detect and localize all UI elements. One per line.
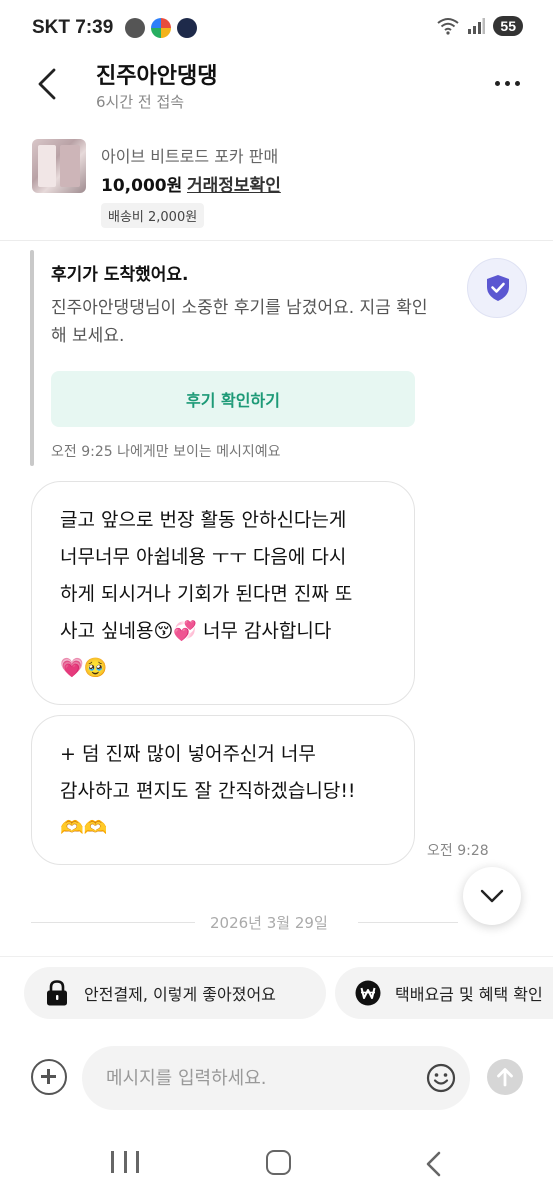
won-icon xyxy=(355,980,381,1006)
review-notice-bar xyxy=(30,250,34,466)
review-notice-body: 진주아안댕댕님이 소중한 후기를 남겼어요. 지금 확인해 보세요. xyxy=(51,298,428,346)
status-time: SKT 7:39 xyxy=(32,17,114,38)
quick-action-chips: 안전결제, 이렇게 좋아졌어요 택배요금 및 혜택 확인 xyxy=(0,956,553,1032)
system-icons: 55 xyxy=(437,16,523,36)
product-summary[interactable]: 아이브 비트로드 포카 판매 10,000원 거래정보확인 배송비 2,000원 xyxy=(0,126,553,241)
product-price: 10,000원 xyxy=(101,176,183,196)
system-back-button[interactable] xyxy=(424,1150,444,1182)
product-thumbnail[interactable] xyxy=(32,139,86,193)
review-notice-card: 후기가 도착했어요. 진주아안댕댕님이 소중한 후기를 남겼어요. 지금 확인해… xyxy=(30,250,530,466)
attach-button[interactable] xyxy=(31,1059,67,1095)
message-line: 💗🥹 xyxy=(60,657,108,679)
shield-badge xyxy=(467,258,527,318)
divider-left xyxy=(31,922,195,923)
smiley-icon xyxy=(426,1063,456,1093)
product-name: 아이브 비트로드 포카 판매 xyxy=(101,147,279,166)
message-timestamp: 오전 9:28 xyxy=(427,843,489,859)
signal-icon xyxy=(468,18,486,34)
chat-message[interactable]: 글고 앞으로 번장 활동 안하신다는게 너무너무 아쉽네용 ㅜㅜ 다음에 다시 … xyxy=(31,481,415,705)
last-seen-text: 6시간 전 접속 xyxy=(96,93,185,111)
recent-apps-button[interactable] xyxy=(111,1151,139,1173)
review-notice-title: 후기가 도착했어요. xyxy=(51,265,189,285)
send-button[interactable] xyxy=(487,1059,523,1095)
map-pin-icon xyxy=(151,18,171,38)
message-line: 감사하고 편지도 잘 간직하겠습니당!! xyxy=(60,780,356,802)
back-button[interactable] xyxy=(30,64,66,104)
more-options-button[interactable] xyxy=(489,68,525,98)
emoji-button[interactable] xyxy=(426,1063,456,1093)
notification-icons xyxy=(125,18,197,38)
chip-label: 택배요금 및 혜택 확인 xyxy=(395,985,543,1004)
system-navigation-bar xyxy=(0,1125,553,1200)
chevron-left-icon xyxy=(426,1151,441,1177)
check-review-button[interactable]: 후기 확인하기 xyxy=(51,371,415,427)
shipping-fee-badge: 배송비 2,000원 xyxy=(101,203,205,228)
home-button[interactable] xyxy=(266,1150,291,1175)
chevron-left-icon xyxy=(38,68,56,100)
wifi-icon xyxy=(437,18,460,35)
message-line: 🫶🫶 xyxy=(60,817,108,839)
arrow-up-icon xyxy=(497,1068,513,1087)
status-bar: SKT 7:39 55 xyxy=(0,0,553,56)
shield-check-icon xyxy=(487,275,509,301)
chat-header: 진주아안댕댕 6시간 전 접속 xyxy=(0,56,553,118)
trade-info-link[interactable]: 거래정보확인 xyxy=(187,171,281,196)
lock-icon xyxy=(44,980,70,1006)
date-divider: 2026년 3월 29일 xyxy=(210,914,328,932)
safe-payment-chip[interactable]: 안전결제, 이렇게 좋아졌어요 xyxy=(24,967,326,1019)
battery-indicator: 55 xyxy=(493,16,523,36)
divider-right xyxy=(358,922,458,923)
message-line: 너무너무 아쉽네용 ㅜㅜ 다음에 다시 xyxy=(60,546,347,568)
chat-partner-name: 진주아안댕댕 xyxy=(96,64,218,89)
chevron-down-icon xyxy=(480,889,504,903)
review-notice-footer: 오전 9:25 나에게만 보이는 메시지예요 xyxy=(51,444,281,460)
message-composer xyxy=(0,1040,553,1115)
chip-label: 안전결제, 이렇게 좋아졌어요 xyxy=(84,985,276,1004)
delivery-fee-chip[interactable]: 택배요금 및 혜택 확인 xyxy=(335,967,553,1019)
message-line: 사고 싶네용😚💞 너무 감사합니다 xyxy=(60,620,332,642)
message-line: 하게 되시거나 기회가 된다면 진짜 또 xyxy=(60,583,353,605)
message-line: + 덤 진짜 많이 넣어주신거 너무 xyxy=(60,743,316,765)
app-icon xyxy=(177,18,197,38)
talk-icon xyxy=(125,18,145,38)
message-line: 글고 앞으로 번장 활동 안하신다는게 xyxy=(60,509,347,531)
chat-message[interactable]: + 덤 진짜 많이 넣어주신거 너무 감사하고 편지도 잘 간직하겠습니당!! … xyxy=(31,715,415,865)
message-input[interactable] xyxy=(82,1046,470,1110)
scroll-to-bottom-button[interactable] xyxy=(463,867,521,925)
